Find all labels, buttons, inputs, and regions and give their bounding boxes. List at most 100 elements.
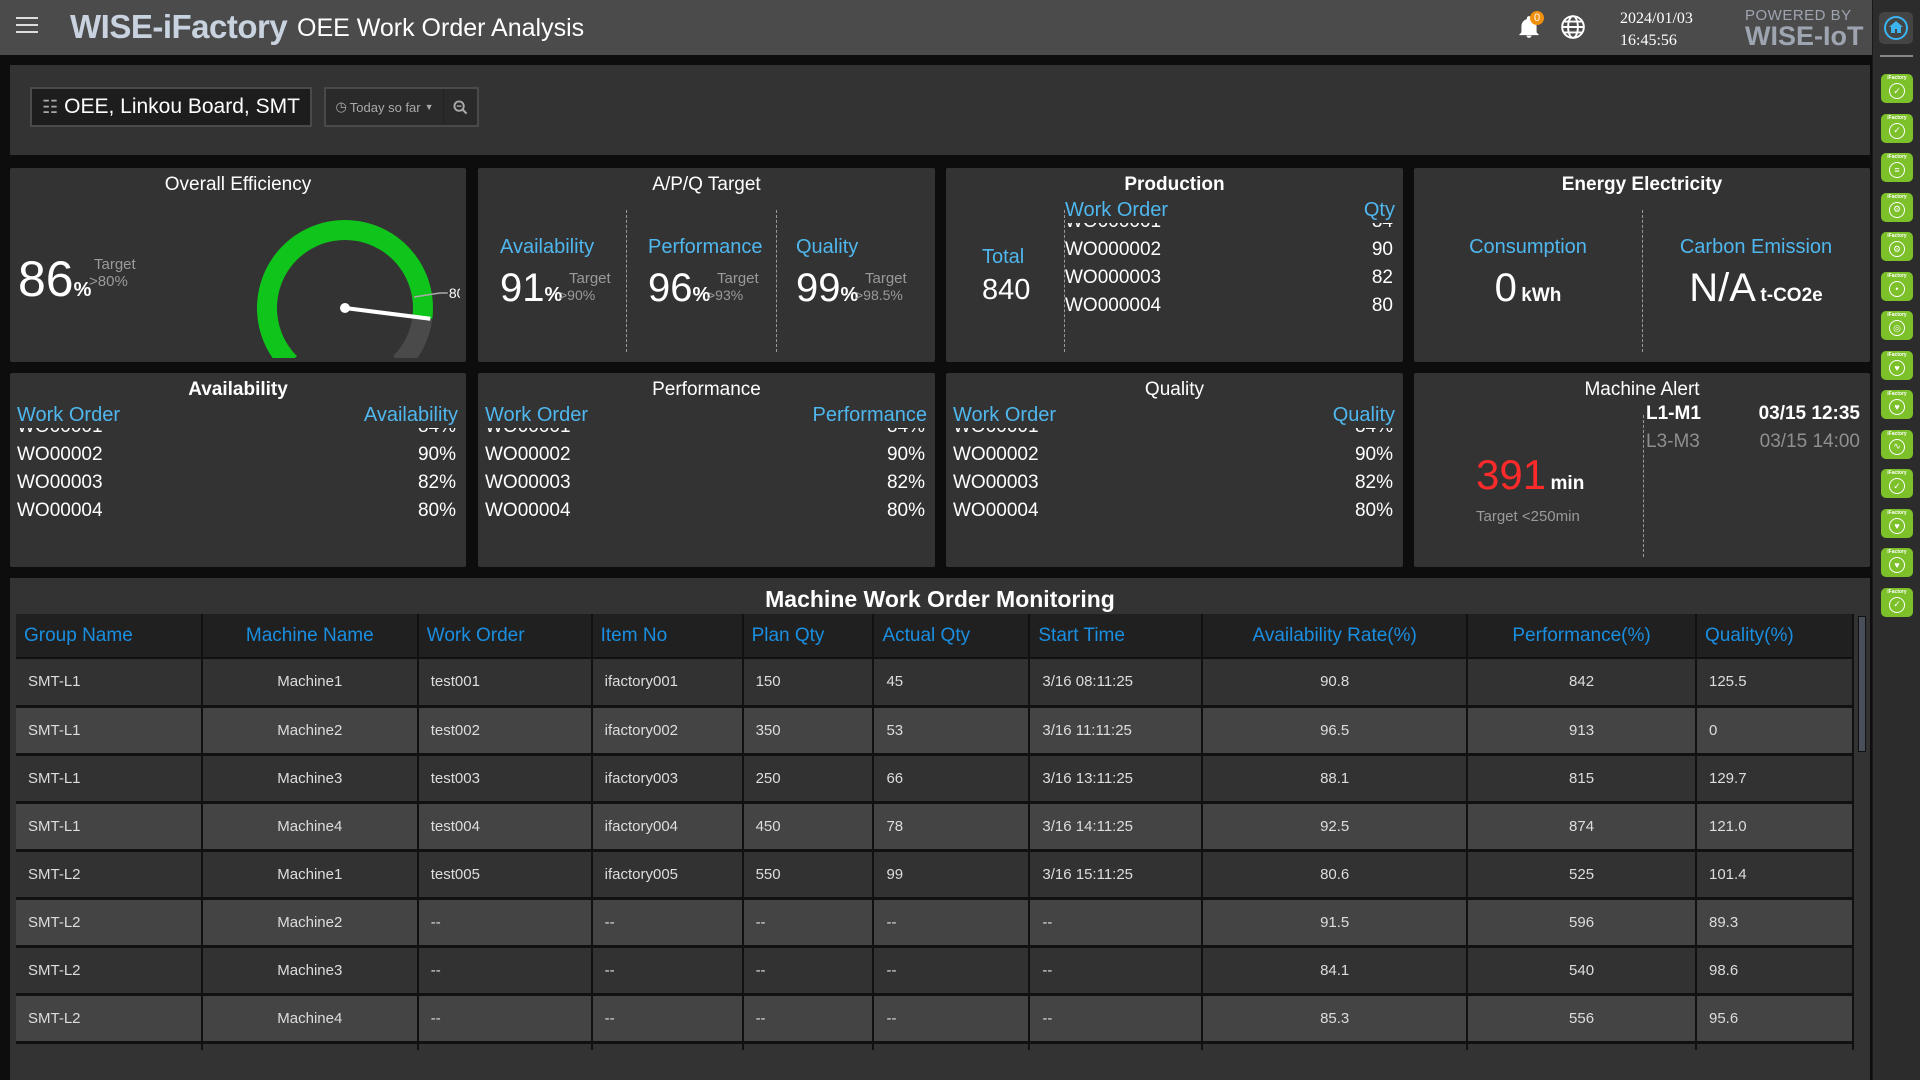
app-tile-calendar-gear[interactable]: iFactory ⚙ (1881, 232, 1913, 261)
table-row[interactable]: SMT-L2 Machine2 -- -- -- -- -- 91.5 596 89.3 (16, 898, 1854, 948)
filter-panel: ☷ OEE, Linkou Board, SMT ◷ Today so far … (10, 65, 1870, 155)
app-tile-calendar-gear[interactable]: iFactory ⚙ (1881, 192, 1913, 222)
app-tile-leaf[interactable]: iFactory ♥ (1881, 390, 1913, 419)
availability-list[interactable]: WO00001 84% WO00002 90% WO00003 82% WO00004 80% (17, 428, 458, 548)
availability-card: Availability Work Order Availability WO0… (10, 373, 466, 567)
carbon-value-group: N/A t-CO2e (1642, 266, 1870, 311)
performance-list[interactable]: WO00001 84% WO00002 90% WO00003 82% WO00004 80% (485, 428, 927, 548)
list-item-value: 90% (417, 444, 456, 465)
col-header[interactable]: Item No (591, 614, 744, 659)
app-tile-andon-light[interactable]: iFactory ≡ (1881, 153, 1913, 182)
wise-iot-logo: WISE-IoT (1745, 21, 1864, 51)
apq-value-group: 96% (648, 266, 710, 311)
time-range-dropdown[interactable]: ◷ Today so far ▼ (326, 89, 444, 125)
app-tile-gauge[interactable]: iFactory ✓ (1881, 113, 1913, 143)
table-row[interactable]: SMT-L2 Machine1 test005 ifactory005 550 99 3/1… (16, 850, 1854, 900)
search-button[interactable] (444, 89, 477, 125)
table-cell: 66 (873, 754, 1031, 804)
app-tile-target[interactable]: iFactory ◎ (1881, 311, 1913, 340)
col-header[interactable]: Start Time (1029, 614, 1204, 659)
table-row[interactable]: SMT-L2 Machine4 -- -- -- -- -- 85.3 556 95.6 (16, 994, 1854, 1044)
alert-machine[interactable]: L1-M1 (1646, 403, 1701, 425)
sidebar-divider (1880, 55, 1913, 57)
list-item-value: 84 (1372, 223, 1393, 233)
card-title: Machine Alert (1584, 379, 1700, 400)
app-tile-timeline[interactable]: iFactory • (1881, 271, 1913, 301)
table-cell: test005 (417, 850, 593, 900)
app-tile-leaf[interactable]: iFactory ♥ (1881, 548, 1913, 577)
table-cell: 350 (742, 706, 875, 756)
table-scrollbar[interactable] (1858, 616, 1866, 752)
app-tile-leaf[interactable]: iFactory ♥ (1881, 508, 1913, 538)
col-header[interactable]: Actual Qty (873, 614, 1031, 659)
consumption-value: 0 (1494, 266, 1517, 310)
col-header-availability: Availability (363, 404, 458, 426)
top-header: WISE-iFactory OEE Work Order Analysis 0 … (0, 0, 1872, 55)
table-row[interactable]: SMT-L1 Machine2 test002 ifactory002 350 53 3/1… (16, 706, 1854, 756)
app-tile-heartbeat[interactable]: iFactory ∿ (1881, 429, 1913, 459)
app-tile-label: iFactory (1887, 391, 1907, 397)
table-cell: -- (1029, 994, 1204, 1044)
table-cell: Machine1 (201, 850, 419, 900)
app-tile-gauge[interactable]: iFactory ✓ (1881, 469, 1913, 498)
table-cell: -- (742, 994, 875, 1044)
table-cell: -- (1029, 946, 1204, 996)
table-cell: -- (742, 946, 875, 996)
app-tile-gauge[interactable]: iFactory ✓ (1881, 587, 1913, 617)
table-cell: Machine3 (201, 754, 419, 804)
table-row[interactable]: SMT-L1 Machine1 test001 ifactory001 150 45 3/1… (16, 658, 1854, 708)
gauge-icon: ✓ (1889, 83, 1905, 99)
col-header[interactable]: Quality(%) (1696, 614, 1854, 659)
app-tile-label: iFactory (1887, 470, 1907, 476)
list-item-order: WO000003 (1065, 267, 1162, 288)
table-cell: 525 (1467, 850, 1697, 900)
table-cell: 556 (1467, 994, 1697, 1044)
list-item-value: 84% (1355, 428, 1393, 438)
list-item-value: 84% (418, 428, 456, 438)
list-item-value: 80% (886, 500, 925, 521)
col-header[interactable]: Availability Rate(%) (1202, 614, 1469, 659)
table-cell: SMT-L1 (16, 802, 203, 852)
app-tile-gauge[interactable]: iFactory ✓ (1881, 74, 1913, 103)
table-cell: 80.6 (1202, 850, 1469, 900)
table-cell: Machine4 (201, 802, 419, 852)
table-cell: 913 (1467, 706, 1697, 756)
table-cell: -- (873, 994, 1031, 1044)
col-header[interactable]: Plan Qty (742, 614, 875, 659)
alert-downtime-value: 391 (1476, 451, 1547, 498)
heartbeat-icon: ∿ (1889, 438, 1905, 455)
monitoring-panel: Machine Work Order Monitoring Group Name… (10, 578, 1870, 1080)
hamburger-menu-icon[interactable] (16, 17, 38, 35)
time-range-group: ◷ Today so far ▼ (324, 87, 479, 127)
energy-card: Energy Electricity Consumption 0 kWh Car… (1414, 168, 1870, 362)
language-globe-icon[interactable] (1560, 14, 1586, 40)
apq-value-group: 91% (500, 266, 562, 311)
home-button[interactable] (1879, 12, 1913, 44)
quality-list[interactable]: WO00001 84% WO00002 90% WO00003 82% WO00004 80% (953, 428, 1395, 548)
production-total-value: 840 (982, 274, 1031, 306)
app-tile-label: iFactory (1887, 272, 1907, 279)
alert-machine[interactable]: L3-M3 (1646, 431, 1700, 453)
app-tile-leaf[interactable]: iFactory ♥ (1881, 350, 1913, 380)
alert-time: 03/15 14:00 (1759, 431, 1860, 452)
target-label: Target (94, 256, 136, 273)
col-header[interactable]: Machine Name (201, 614, 419, 659)
table-cell: 550 (742, 850, 875, 900)
col-header[interactable]: Group Name (16, 614, 203, 659)
current-date: 2024/01/03 (1620, 10, 1693, 27)
search-icon (453, 99, 468, 114)
table-row[interactable]: SMT-L2 Machine3 -- -- -- -- -- 84.1 540 98.6 (16, 946, 1854, 996)
table-row[interactable]: SMT-L1 Machine3 test003 ifactory003 250 66 3/1… (16, 754, 1854, 804)
col-header[interactable]: Performance(%) (1467, 614, 1697, 659)
carbon-label: Carbon Emission (1679, 236, 1833, 258)
table-cell: -- (417, 898, 593, 948)
list-item-value: 82% (417, 472, 456, 493)
target-value: >80% (89, 273, 128, 290)
scope-selector[interactable]: ☷ OEE, Linkou Board, SMT (30, 87, 312, 127)
target-icon: ◎ (1889, 320, 1905, 336)
production-list[interactable]: WO000001 84 WO000002 90 WO000003 82 WO000004 80 (1065, 223, 1395, 343)
col-header[interactable]: Work Order (417, 614, 593, 659)
list-item-value: 80% (417, 500, 456, 521)
list-item-order: WO00003 (17, 472, 103, 493)
table-row[interactable]: SMT-L1 Machine4 test004 ifactory004 450 78 3/1… (16, 802, 1854, 852)
